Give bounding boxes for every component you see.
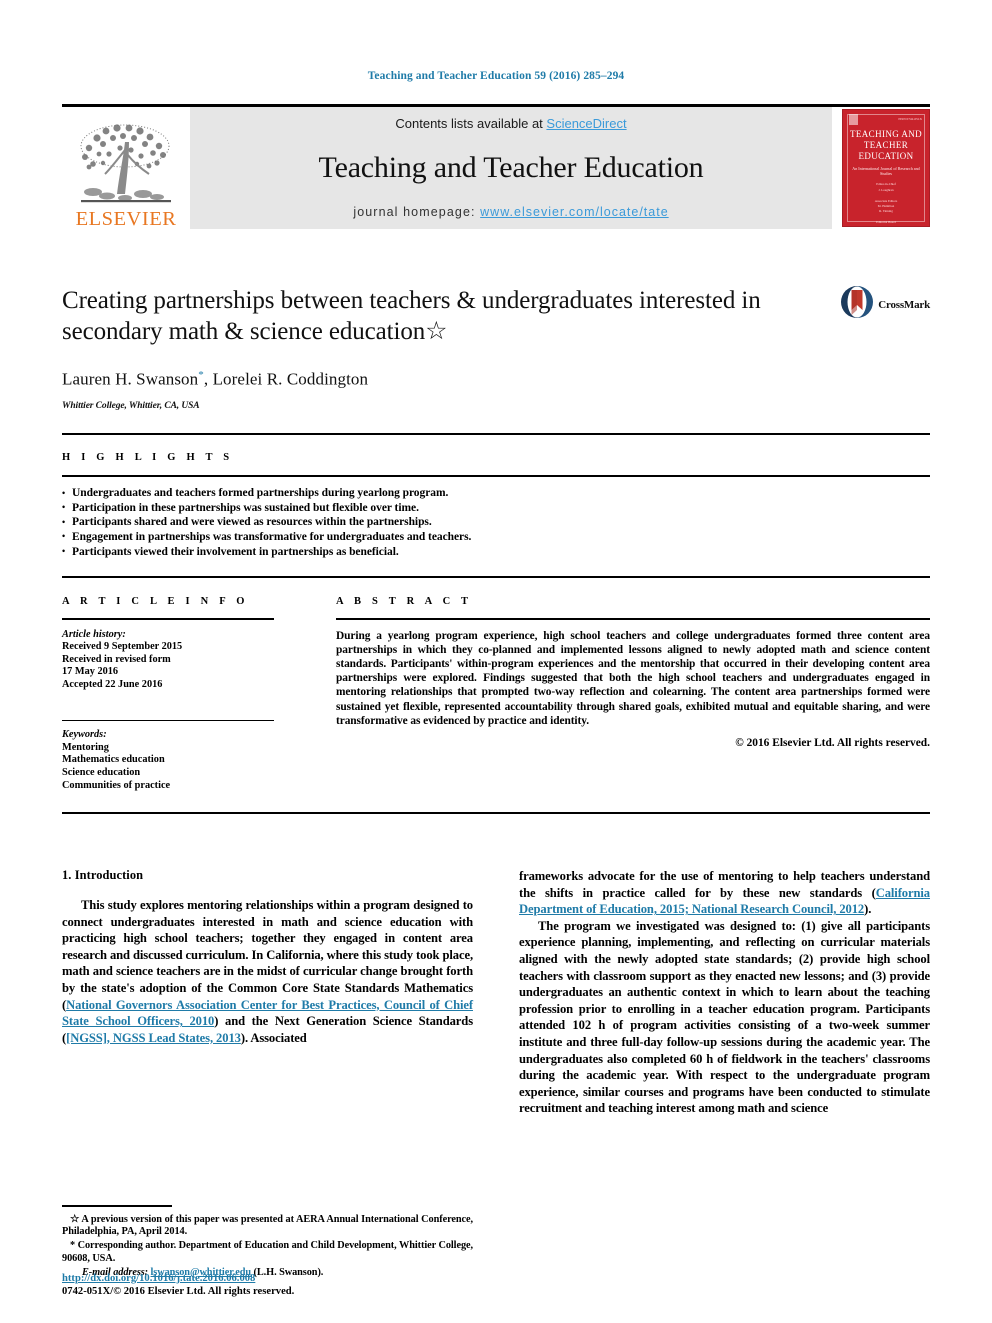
sciencedirect-band: Contents lists available at ScienceDirec… (190, 107, 832, 229)
article-history: Article history: Received 9 September 20… (62, 629, 274, 692)
abstract-top-rule (62, 576, 930, 579)
elsevier-wordmark: ELSEVIER (75, 207, 177, 230)
article-history-title: Article history: (62, 628, 126, 640)
article-history-line: Received in revised form (62, 653, 171, 665)
contents-prefix: Contents lists available at (395, 116, 547, 131)
article-history-line: Accepted 22 June 2016 (62, 678, 163, 690)
list-item: Engagement in partnerships was transform… (62, 529, 930, 545)
journal-cover-thumbnail[interactable]: ISSN 0742-051X TEACHING AND TEACHER EDUC… (842, 109, 930, 227)
journal-cover-wrap: ISSN 0742-051X TEACHING AND TEACHER EDUC… (832, 107, 930, 229)
footnotes-block: ☆ A previous version of this paper was p… (62, 1205, 473, 1281)
keyword: Science education (62, 766, 141, 778)
column-gap (274, 596, 336, 792)
contents-line: Contents lists available at ScienceDirec… (395, 116, 626, 131)
info-abstract-section: A R T I C L E I N F O Article history: R… (62, 596, 930, 792)
journal-homepage-line: journal homepage: www.elsevier.com/locat… (353, 205, 668, 219)
crossmark-label: CrossMark (878, 298, 930, 311)
page-title: Creating partnerships between teachers &… (62, 287, 761, 345)
author-name-2: Lorelei R. Coddington (212, 369, 369, 389)
homepage-label: journal homepage: (353, 205, 481, 219)
crossmark-icon (840, 285, 874, 324)
list-item: Participation in these partnerships was … (62, 500, 930, 516)
article-info-column: A R T I C L E I N F O Article history: R… (62, 596, 274, 792)
paper-page: Teaching and Teacher Education 59 (2016)… (0, 0, 992, 1323)
author-name-1: Lauren H. Swanson (62, 369, 199, 389)
doi-block: http://dx.doi.org/10.1016/j.tate.2016.06… (62, 1272, 482, 1298)
paragraph: The program we investigated was designed… (519, 918, 930, 1116)
crossmark-badge[interactable]: CrossMark (840, 285, 930, 324)
highlights-top-rule (62, 433, 930, 436)
article-history-line: Received 9 September 2015 (62, 641, 183, 653)
abstract-rule (336, 618, 930, 620)
paragraph: frameworks advocate for the use of mento… (519, 868, 930, 918)
body-column-gap (473, 868, 519, 1117)
title-block: Creating partnerships between teachers &… (62, 285, 930, 411)
abstract-column: A B S T R A C T During a yearlong progra… (336, 596, 930, 792)
keyword: Mathematics education (62, 754, 165, 766)
body-columns: 1. Introduction This study explores ment… (62, 868, 930, 1117)
keyword: Mentoring (62, 741, 109, 753)
list-item: Participants shared and were viewed as r… (62, 515, 930, 530)
article-info-label: A R T I C L E I N F O (62, 596, 249, 607)
footnote-star: ☆ A previous version of this paper was p… (62, 1213, 473, 1238)
paragraph-text: ). (864, 902, 872, 917)
journal-title: Teaching and Teacher Education (318, 151, 704, 184)
highlights-section: H I G H L I G H T S Undergraduates and t… (62, 452, 930, 559)
highlights-rule (62, 475, 930, 478)
author-affiliation: Whittier College, Whittier, CA, USA (62, 400, 200, 411)
abstract-bottom-rule (62, 812, 930, 815)
doi-link[interactable]: http://dx.doi.org/10.1016/j.tate.2016.06… (62, 1273, 255, 1284)
cover-subtitle: An International Journal of Research and… (852, 166, 920, 177)
article-info-rule (62, 618, 274, 620)
journal-homepage-link[interactable]: www.elsevier.com/locate/tate (480, 205, 669, 219)
elsevier-tree-icon (73, 120, 179, 208)
abstract-text: During a yearlong program experience, hi… (336, 629, 930, 727)
highlights-label: H I G H L I G H T S (62, 452, 234, 463)
list-item: Participants viewed their involvement in… (62, 544, 930, 560)
body-column-right: frameworks advocate for the use of mento… (519, 868, 930, 1117)
paragraph-text: This study explores mentoring relationsh… (62, 898, 473, 1012)
issn-copyright-line: 0742-051X/© 2016 Elsevier Ltd. All right… (62, 1286, 295, 1297)
sciencedirect-link[interactable]: ScienceDirect (546, 116, 626, 131)
cover-title: TEACHING AND TEACHER EDUCATION (849, 129, 923, 161)
corresponding-author-marker: * (198, 369, 204, 381)
elsevier-logo: ELSEVIER (62, 107, 190, 229)
keywords-block: Keywords: Mentoring Mathematics educatio… (62, 729, 274, 792)
body-column-left: 1. Introduction This study explores ment… (62, 868, 473, 1117)
abstract-label: A B S T R A C T (336, 596, 473, 607)
keywords-rule (62, 719, 274, 722)
list-item: Undergraduates and teachers formed partn… (62, 486, 930, 501)
keywords-title: Keywords: (62, 729, 107, 741)
abstract-copyright: © 2016 Elsevier Ltd. All rights reserved… (735, 737, 930, 750)
paragraph-text: ). Associated (240, 1030, 307, 1045)
footnote-rule (62, 1205, 172, 1207)
footnote-corresponding-author: * Corresponding author. Department of Ed… (62, 1240, 473, 1264)
highlights-list: Undergraduates and teachers formed partn… (62, 486, 930, 559)
running-head: Teaching and Teacher Education 59 (2016)… (367, 70, 625, 82)
article-history-line: 17 May 2016 (62, 666, 119, 678)
paragraph-text: frameworks advocate for the use of mento… (519, 869, 930, 900)
citation-link[interactable]: [NGSS], NGSS Lead States, 2013 (66, 1031, 241, 1045)
cover-editor-list: Editor-in-Chief J. Loughran Associate Ed… (874, 182, 898, 226)
author-list: Lauren H. Swanson*, Lorelei R. Coddingto… (62, 369, 369, 389)
journal-masthead: ELSEVIER Contents lists available at Sci… (62, 104, 930, 229)
section-heading-introduction: 1. Introduction (62, 868, 144, 882)
keyword: Communities of practice (62, 779, 171, 791)
paragraph: This study explores mentoring relationsh… (62, 897, 473, 1046)
